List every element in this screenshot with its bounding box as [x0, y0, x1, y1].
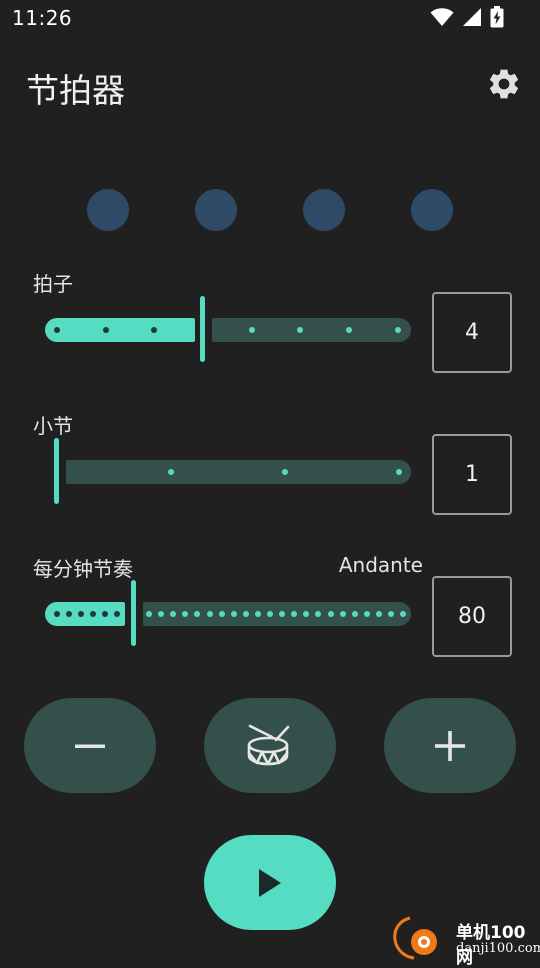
battery-charging-icon — [490, 6, 504, 28]
bpm-label: 每分钟节奏 — [33, 557, 133, 581]
app-title: 节拍器 — [26, 71, 125, 110]
measure-label: 小节 — [33, 414, 73, 438]
measure-slider[interactable] — [54, 438, 411, 504]
watermark-url: danji100.com — [456, 941, 540, 956]
watermark-logo-icon — [393, 916, 437, 960]
minus-icon — [75, 744, 105, 748]
play-button[interactable] — [204, 835, 336, 930]
beat-indicator-2 — [195, 189, 237, 231]
wifi-icon — [430, 8, 454, 26]
beats-slider-active-track — [45, 318, 195, 342]
beat-indicator-3 — [303, 189, 345, 231]
beats-value-field[interactable]: 4 — [432, 292, 512, 373]
beat-indicator-4 — [411, 189, 453, 231]
bpm-slider-inactive-track — [143, 602, 411, 626]
beats-slider[interactable] — [45, 296, 411, 362]
bpm-slider-thumb[interactable] — [131, 580, 136, 646]
status-time: 11:26 — [12, 6, 73, 30]
measure-slider-thumb[interactable] — [54, 438, 59, 504]
settings-button[interactable] — [486, 66, 522, 102]
plus-icon — [435, 730, 465, 761]
play-icon — [259, 868, 281, 897]
drum-sound-button[interactable] — [204, 698, 336, 793]
watermark: 单机100网 danji100.com — [390, 912, 540, 968]
drum-icon — [247, 724, 290, 765]
status-icons — [430, 6, 504, 28]
signal-icon — [463, 8, 481, 26]
measure-slider-inactive-track — [66, 460, 411, 484]
bpm-value-field[interactable]: 80 — [432, 576, 512, 657]
increase-button[interactable] — [384, 698, 516, 793]
decrease-button[interactable] — [24, 698, 156, 793]
bpm-slider-active-track — [45, 602, 125, 626]
tempo-name: Andante — [338, 553, 423, 577]
beats-label: 拍子 — [33, 272, 73, 296]
measure-value-field[interactable]: 1 — [432, 434, 512, 515]
bpm-slider[interactable] — [45, 580, 411, 646]
beat-indicator-1 — [87, 189, 129, 231]
beats-slider-inactive-track — [212, 318, 411, 342]
beats-slider-thumb[interactable] — [200, 296, 205, 362]
gear-icon — [489, 69, 519, 99]
